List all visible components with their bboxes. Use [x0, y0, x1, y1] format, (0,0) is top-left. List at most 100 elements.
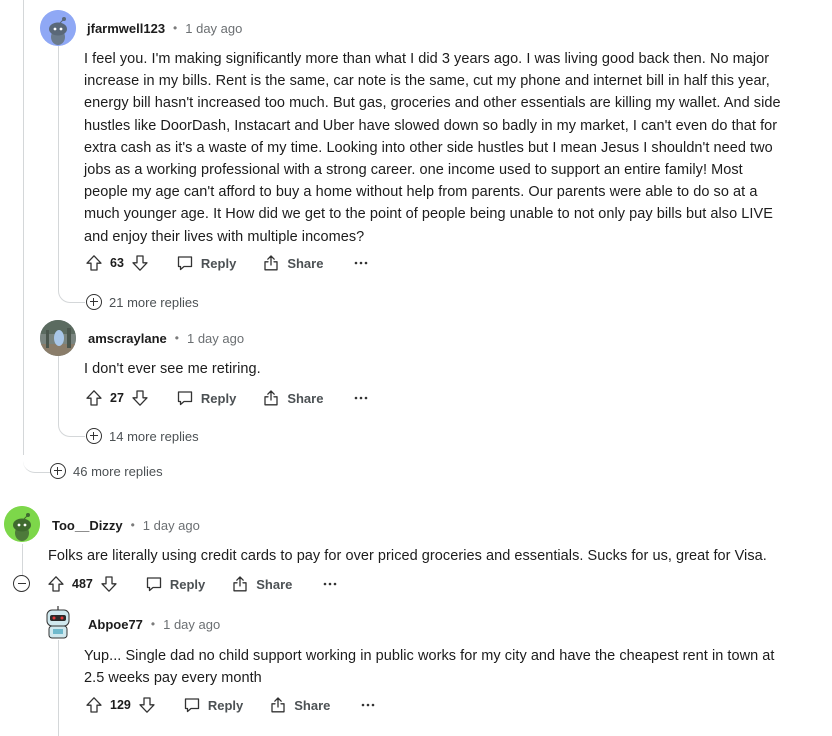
- author-name[interactable]: Abpoe77: [88, 617, 143, 632]
- comment-line: I don't ever see me retiring.: [84, 361, 261, 377]
- speech-bubble-icon: [184, 698, 200, 713]
- share-icon: [264, 390, 278, 406]
- plus-circle-icon: [86, 294, 102, 310]
- timestamp[interactable]: 1 day ago: [143, 518, 200, 533]
- thread-curve-outer: [23, 440, 50, 473]
- more-replies-link[interactable]: 14 more replies: [86, 428, 199, 444]
- share-icon: [271, 697, 285, 713]
- share-button[interactable]: Share: [269, 696, 330, 714]
- comment-line: increase in my bills. Rent is the same, …: [84, 73, 770, 90]
- comment-actions: 129 Reply Share: [84, 693, 376, 717]
- avatar[interactable]: [40, 320, 76, 356]
- more-options-button[interactable]: [360, 702, 376, 708]
- reply-button[interactable]: Reply: [183, 696, 243, 714]
- plus-circle-icon: [50, 463, 66, 479]
- vote-score: 63: [110, 256, 124, 270]
- ellipsis-icon: [355, 261, 368, 265]
- comment-line: Yup... Single dad no child support worki…: [84, 648, 775, 664]
- share-button[interactable]: Share: [262, 254, 323, 272]
- arrow-down-icon: [101, 576, 117, 592]
- vote-score: 27: [110, 391, 124, 405]
- more-options-button[interactable]: [322, 581, 338, 587]
- comment-line: I feel you. I'm making significantly mor…: [84, 51, 770, 67]
- separator-dot: •: [130, 518, 135, 532]
- comment-meta: Too__Dizzy • 1 day ago: [52, 515, 200, 535]
- downvote-button[interactable]: [99, 574, 119, 594]
- more-options-button[interactable]: [353, 260, 369, 266]
- more-options-button[interactable]: [353, 395, 369, 401]
- share-label: Share: [256, 576, 293, 592]
- comment-actions: 27 Reply Share: [84, 386, 369, 410]
- author-name[interactable]: Too__Dizzy: [52, 518, 123, 533]
- speech-bubble-icon: [177, 256, 193, 271]
- snoo-avatar-icon: [40, 10, 76, 46]
- more-replies-link[interactable]: 21 more replies: [86, 294, 199, 310]
- upvote-button[interactable]: [84, 695, 104, 715]
- photo-avatar-icon: [40, 320, 76, 356]
- ellipsis-icon: [355, 396, 368, 400]
- robot-avatar-icon: [40, 604, 76, 640]
- arrow-down-icon: [132, 390, 148, 406]
- thread-curve-amscraylane: [58, 414, 85, 437]
- upvote-button[interactable]: [46, 574, 66, 594]
- plus-circle-icon: [86, 428, 102, 444]
- upvote-button[interactable]: [84, 388, 104, 408]
- thread-line-jfarmwell: [58, 46, 59, 286]
- avatar[interactable]: [40, 10, 76, 46]
- share-label: Share: [287, 390, 324, 406]
- reply-label: Reply: [200, 255, 237, 271]
- reply-button[interactable]: Reply: [145, 575, 205, 593]
- share-icon: [264, 255, 278, 271]
- comment-body: I feel you. I'm making significantly mor…: [84, 48, 824, 248]
- reply-button[interactable]: Reply: [176, 389, 236, 407]
- downvote-button[interactable]: [130, 388, 150, 408]
- thread-line-too-dizzy: [22, 544, 23, 576]
- speech-bubble-icon: [177, 391, 193, 406]
- timestamp[interactable]: 1 day ago: [187, 331, 244, 346]
- avatar[interactable]: [4, 506, 40, 542]
- timestamp[interactable]: 1 day ago: [185, 21, 242, 36]
- comment-meta: jfarmwell123 • 1 day ago: [87, 18, 242, 38]
- vote-score: 487: [72, 577, 93, 591]
- thread-line-outer: [23, 0, 24, 455]
- author-name[interactable]: jfarmwell123: [87, 21, 165, 36]
- comment-meta: amscraylane • 1 day ago: [88, 328, 244, 348]
- comment-line: people my age can't afford to buy a home…: [84, 184, 758, 201]
- separator-dot: •: [173, 21, 178, 35]
- share-button[interactable]: Share: [231, 575, 292, 593]
- author-name[interactable]: amscraylane: [88, 331, 167, 346]
- comment-line: Folks are literally using credit cards t…: [48, 548, 767, 564]
- downvote-button[interactable]: [130, 253, 150, 273]
- more-replies-label: 21 more replies: [109, 294, 199, 310]
- more-replies-label: 46 more replies: [73, 463, 163, 479]
- more-replies-label: 14 more replies: [109, 428, 199, 444]
- thread-line-amscraylane: [58, 355, 59, 420]
- upvote-button[interactable]: [84, 253, 104, 273]
- arrow-up-icon: [86, 390, 102, 406]
- reply-button[interactable]: Reply: [176, 254, 236, 272]
- comment-line: much younger age. It How did we get to t…: [84, 206, 773, 223]
- comment-actions: 63 Reply Share: [84, 251, 369, 275]
- comment-line: hustles like DoorDash, Instacart and Ube…: [84, 117, 778, 134]
- speech-bubble-icon: [146, 577, 162, 592]
- reply-label: Reply: [169, 576, 206, 592]
- avatar[interactable]: [40, 604, 76, 640]
- timestamp[interactable]: 1 day ago: [163, 617, 220, 632]
- comment-body: Folks are literally using credit cards t…: [48, 545, 828, 567]
- share-label: Share: [294, 697, 331, 713]
- reply-label: Reply: [207, 697, 244, 713]
- comment-line: extra cash as it's a waste of my time. L…: [84, 139, 773, 156]
- comment-actions: 487 Reply Share: [46, 572, 338, 596]
- ellipsis-icon: [324, 582, 337, 586]
- comment-line: jobs as a working professional with a st…: [84, 162, 743, 179]
- arrow-up-icon: [86, 697, 102, 713]
- share-button[interactable]: Share: [262, 389, 323, 407]
- comment-body: I don't ever see me retiring.: [84, 358, 824, 380]
- vote-score: 129: [110, 698, 131, 712]
- collapse-thread-button[interactable]: [13, 575, 30, 592]
- arrow-up-icon: [48, 576, 64, 592]
- downvote-button[interactable]: [137, 695, 157, 715]
- comment-meta: Abpoe77 • 1 day ago: [88, 614, 220, 634]
- more-replies-link[interactable]: 46 more replies: [50, 463, 163, 479]
- snoo-avatar-icon: [4, 506, 40, 542]
